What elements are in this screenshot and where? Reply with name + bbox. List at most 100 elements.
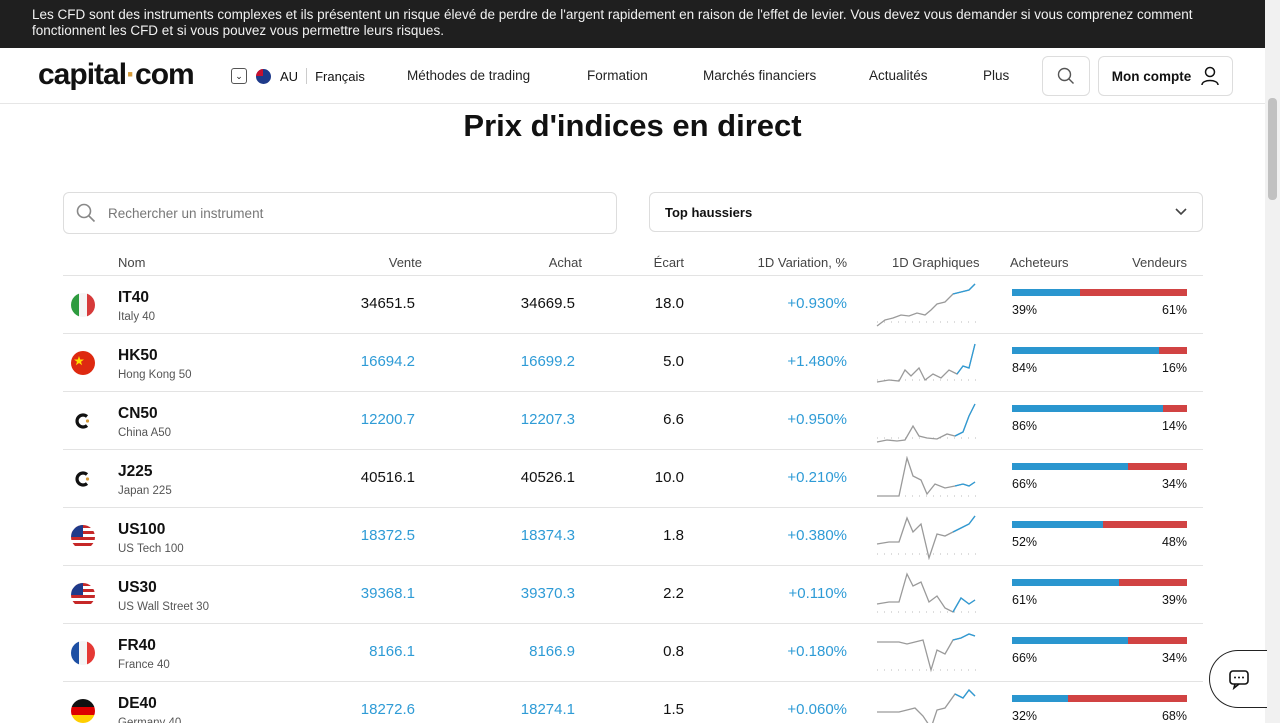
buyers-percent: 86% bbox=[1012, 419, 1038, 433]
col-sellers: Vendeurs bbox=[1132, 255, 1187, 270]
instrument-symbol[interactable]: DE40 bbox=[118, 695, 157, 713]
user-icon bbox=[1201, 66, 1219, 86]
instrument-row[interactable]: HK50 Hong Kong 50 16694.2 16699.2 5.0 +1.480%… bbox=[63, 334, 1203, 392]
chevron-down-icon: ⌄ bbox=[231, 68, 247, 84]
buyers-fill bbox=[1012, 405, 1163, 412]
nav-markets[interactable]: Marchés financiers bbox=[703, 68, 816, 83]
instrument-search-input[interactable] bbox=[108, 205, 588, 221]
instrument-name: Germany 40 bbox=[118, 717, 182, 723]
col-change[interactable]: 1D Variation, % bbox=[758, 255, 847, 270]
nav-more[interactable]: Plus bbox=[983, 68, 1009, 83]
instrument-symbol[interactable]: HK50 bbox=[118, 347, 158, 365]
header-search-button[interactable] bbox=[1042, 56, 1090, 96]
site-header: capital·com ⌄ AU Français Méthodes de tr… bbox=[0, 48, 1265, 104]
instrument-row[interactable]: J225 Japan 225 40516.1 40526.1 10.0 +0.210% 66… bbox=[63, 450, 1203, 508]
buyers-percent: 39% bbox=[1012, 303, 1038, 317]
page-title: Prix d'indices en direct bbox=[463, 108, 802, 143]
sentiment-bar bbox=[1012, 695, 1187, 702]
sell-price[interactable]: 8166.1 bbox=[369, 643, 415, 660]
buy-price[interactable]: 39370.3 bbox=[521, 585, 575, 602]
risk-warning-banner: Les CFD sont des instruments complexes e… bbox=[0, 0, 1265, 48]
instrument-row[interactable]: US100 US Tech 100 18372.5 18374.3 1.8 +0.380%… bbox=[63, 508, 1203, 566]
sell-price[interactable]: 39368.1 bbox=[361, 585, 415, 602]
instrument-name: US Wall Street 30 bbox=[118, 601, 209, 613]
sparkline-chart bbox=[876, 403, 979, 443]
instrument-symbol[interactable]: J225 bbox=[118, 463, 152, 481]
col-buyers: Acheteurs bbox=[1010, 255, 1069, 270]
table-header: Nom Vente Achat Écart 1D Variation, % 1D… bbox=[63, 252, 1203, 276]
col-spread[interactable]: Écart bbox=[654, 255, 684, 270]
instrument-symbol[interactable]: CN50 bbox=[118, 405, 158, 423]
sentiment-bar bbox=[1012, 463, 1187, 470]
instrument-row[interactable]: IT40 Italy 40 34651.5 34669.5 18.0 +0.930% 39%… bbox=[63, 276, 1203, 334]
sell-price[interactable]: 12200.7 bbox=[361, 411, 415, 428]
chat-icon bbox=[1228, 670, 1249, 690]
sentiment-bar bbox=[1012, 289, 1187, 296]
instrument-symbol[interactable]: US30 bbox=[118, 579, 157, 597]
sparkline-chart bbox=[876, 572, 979, 613]
buy-price[interactable]: 18274.1 bbox=[521, 701, 575, 718]
spread-value: 0.8 bbox=[663, 643, 684, 660]
buyers-percent: 66% bbox=[1012, 477, 1038, 491]
nav-trading-methods[interactable]: Méthodes de trading bbox=[407, 68, 530, 83]
buyers-fill bbox=[1012, 521, 1103, 528]
china-flag-icon bbox=[71, 351, 95, 375]
instrument-symbol[interactable]: US100 bbox=[118, 521, 165, 539]
market-filter-dropdown[interactable]: Top haussiers bbox=[649, 192, 1203, 232]
instrument-row[interactable]: FR40 France 40 8166.1 8166.9 0.8 +0.180% 66% 34… bbox=[63, 624, 1203, 682]
sellers-percent: 16% bbox=[1161, 361, 1187, 375]
buy-price[interactable]: 34669.5 bbox=[521, 295, 575, 312]
buy-price[interactable]: 12207.3 bbox=[521, 411, 575, 428]
sell-price[interactable]: 16694.2 bbox=[361, 353, 415, 370]
filter-selected-value: Top haussiers bbox=[665, 204, 753, 220]
page-scrollbar[interactable] bbox=[1265, 0, 1280, 723]
sell-price[interactable]: 34651.5 bbox=[361, 295, 415, 312]
spread-value: 6.6 bbox=[663, 411, 684, 428]
usa-flag-icon bbox=[71, 525, 95, 549]
usa-flag-icon bbox=[71, 583, 95, 607]
france-flag-icon bbox=[71, 641, 95, 665]
col-buy[interactable]: Achat bbox=[549, 255, 582, 270]
chat-button[interactable] bbox=[1209, 650, 1267, 708]
daily-change: +0.110% bbox=[788, 585, 847, 602]
buy-price[interactable]: 8166.9 bbox=[529, 643, 575, 660]
spread-value: 2.2 bbox=[663, 585, 684, 602]
scrollbar-thumb[interactable] bbox=[1268, 98, 1277, 200]
capital-com-logo[interactable]: capital·com bbox=[38, 58, 195, 92]
col-sell[interactable]: Vente bbox=[389, 255, 422, 270]
instrument-row[interactable]: CN50 China A50 12200.7 12207.3 6.6 +0.950% 86%… bbox=[63, 392, 1203, 450]
spread-value: 1.8 bbox=[663, 527, 684, 544]
instrument-name: Hong Kong 50 bbox=[118, 369, 192, 381]
my-account-label: Mon compte bbox=[1111, 68, 1192, 84]
col-name[interactable]: Nom bbox=[118, 255, 145, 270]
spread-value: 1.5 bbox=[663, 701, 684, 718]
my-account-button[interactable]: Mon compte bbox=[1098, 56, 1233, 96]
instrument-row[interactable]: DE40 Germany 40 18272.6 18274.1 1.5 +0.060% 32… bbox=[63, 682, 1203, 723]
nav-education[interactable]: Formation bbox=[587, 68, 648, 83]
instrument-search[interactable] bbox=[63, 192, 617, 234]
instrument-symbol[interactable]: FR40 bbox=[118, 637, 156, 655]
instrument-row[interactable]: US30 US Wall Street 30 39368.1 39370.3 2.2 +0… bbox=[63, 566, 1203, 624]
instrument-name: China A50 bbox=[118, 427, 172, 439]
buyers-percent: 61% bbox=[1012, 593, 1038, 607]
buyers-percent: 84% bbox=[1012, 361, 1038, 375]
nav-news[interactable]: Actualités bbox=[869, 68, 928, 83]
sellers-percent: 68% bbox=[1161, 709, 1187, 723]
buy-price[interactable]: 16699.2 bbox=[521, 353, 575, 370]
sellers-percent: 34% bbox=[1161, 651, 1187, 665]
sell-price[interactable]: 40516.1 bbox=[361, 469, 415, 486]
search-icon bbox=[76, 203, 96, 223]
instrument-symbol[interactable]: IT40 bbox=[118, 289, 149, 307]
instrument-name: Japan 225 bbox=[118, 485, 172, 497]
daily-change: +0.930% bbox=[787, 295, 847, 312]
region-code: AU bbox=[280, 68, 299, 84]
sell-price[interactable]: 18272.6 bbox=[361, 701, 415, 718]
sentiment-bar bbox=[1012, 579, 1187, 586]
buyers-percent: 52% bbox=[1012, 535, 1038, 549]
daily-change: +0.950% bbox=[787, 411, 847, 428]
buy-price[interactable]: 40526.1 bbox=[521, 469, 575, 486]
sell-price[interactable]: 18372.5 bbox=[361, 527, 415, 544]
region-language-selector[interactable]: ⌄ AU Français bbox=[231, 68, 365, 84]
buy-price[interactable]: 18374.3 bbox=[521, 527, 575, 544]
sentiment-bar bbox=[1012, 405, 1187, 412]
